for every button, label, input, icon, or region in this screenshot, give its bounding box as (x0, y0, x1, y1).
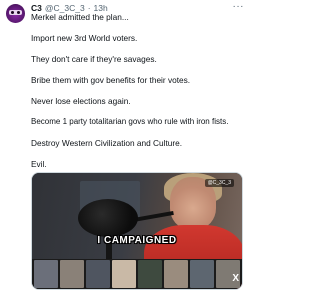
tweet-media-image[interactable]: @C_3C_3 I CAMPAIGNED X (31, 172, 243, 290)
x-logo-icon: X (232, 273, 239, 284)
media-thumbnail (138, 260, 162, 288)
tweet-text-line-4: Bribe them with gov benefits for their v… (31, 75, 191, 85)
media-thumbnail (112, 260, 136, 288)
media-thumbnail-strip (32, 259, 242, 289)
media-thumbnail (60, 260, 84, 288)
tweet-text-line-8: Evil. (31, 159, 47, 169)
tweet-text-line-6: Become 1 party totalitarian govs who rul… (31, 117, 229, 126)
tweet-text-line-2: Import new 3rd World voters. (31, 33, 138, 43)
media-caption: I CAMPAIGNED (97, 235, 177, 246)
tweet-text-line-3: They don't care if they're savages. (31, 54, 157, 64)
avatar-right-eye (17, 11, 20, 14)
tweet-text-line-1: Merkel admitted the plan... (31, 12, 129, 22)
media-thumbnail (190, 260, 214, 288)
tweet-text-line-5: Never lose elections again. (31, 96, 131, 106)
media-microphone (78, 199, 138, 237)
tweet-text-line-7: Destroy Western Civilization and Culture… (31, 138, 183, 148)
media-thumbnail (86, 260, 110, 288)
media-thumbnail (34, 260, 58, 288)
avatar[interactable] (6, 4, 25, 23)
more-options-icon[interactable]: ··· (233, 1, 245, 12)
media-watermark-badge: @C_3C_3 (204, 179, 234, 187)
avatar-left-eye (11, 11, 14, 14)
media-thumbnail (164, 260, 188, 288)
